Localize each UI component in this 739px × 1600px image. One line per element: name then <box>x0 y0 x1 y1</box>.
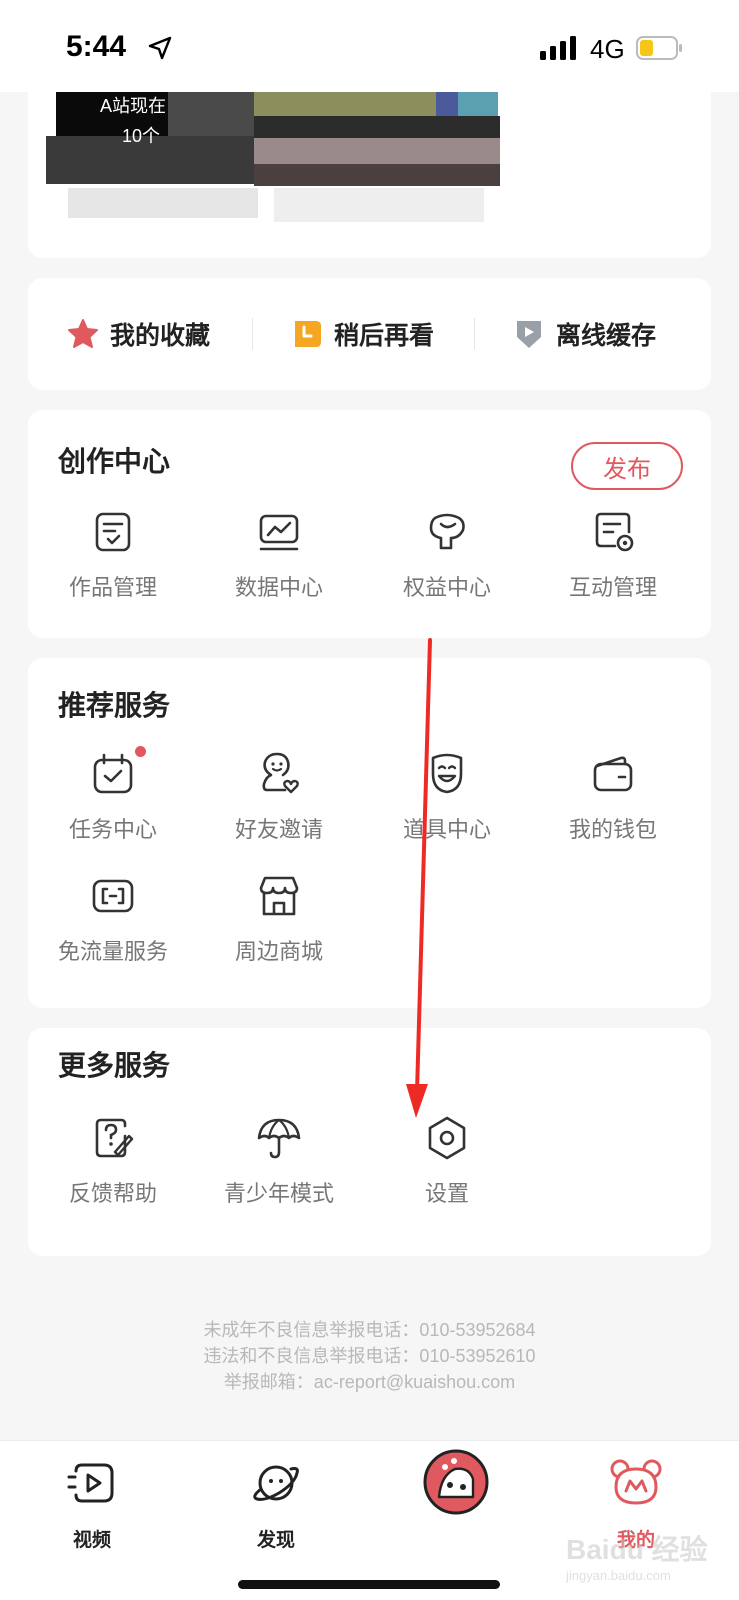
footer-minor-report-phone: 未成年不良信息举报电话：010-53952684 <box>203 1320 536 1340</box>
feedback-help-item[interactable]: 反馈帮助 <box>28 1114 198 1214</box>
interaction-management-icon <box>595 512 634 552</box>
signal-icon <box>540 36 576 60</box>
banner-pixel-block <box>46 136 282 184</box>
divider <box>252 318 253 350</box>
umbrella-icon <box>257 1118 301 1159</box>
interaction-management-label: 互动管理 <box>568 576 657 601</box>
recommended-services-title: 推荐服务 <box>58 689 171 722</box>
teen-mode-label: 青少年模式 <box>223 1182 334 1207</box>
teen-mode-item[interactable]: 青少年模式 <box>194 1114 364 1214</box>
wallet-label: 我的钱包 <box>568 818 657 843</box>
baidu-watermark: Baidu 经验 jingyan.baidu.com <box>566 1528 726 1588</box>
center-mascot-icon <box>423 1449 489 1515</box>
footer-report-email: 举报邮箱：ac-report@kuaishou.com <box>223 1372 516 1392</box>
watermark-text: Baidu 经验 <box>566 1534 708 1565</box>
video-tab-icon <box>67 1463 114 1503</box>
store-item[interactable]: 周边商城 <box>194 872 364 972</box>
task-center-label: 任务中心 <box>68 818 157 843</box>
tab-discover-label: 发现 <box>256 1529 295 1551</box>
profile-tab-icon <box>610 1459 662 1505</box>
star-icon <box>68 319 98 348</box>
task-center-icon <box>93 753 133 794</box>
watch-later-label: 稍后再看 <box>334 321 435 350</box>
banner-text-line1: A站现在 <box>100 96 167 116</box>
tab-center-mascot[interactable] <box>396 1449 516 1539</box>
rights-center-item[interactable]: 权益中心 <box>362 508 532 608</box>
offline-download-icon <box>517 321 541 348</box>
publish-button[interactable]: 发布 <box>571 442 683 490</box>
data-center-item[interactable]: 数据中心 <box>194 508 364 608</box>
props-center-label: 道具中心 <box>402 818 491 843</box>
store-label: 周边商城 <box>234 940 323 965</box>
status-time: 5:44 <box>66 30 127 63</box>
works-management-icon <box>95 512 131 552</box>
wallet-item[interactable]: 我的钱包 <box>528 750 698 850</box>
watch-later-button[interactable]: 稍后再看 <box>290 310 434 358</box>
divider <box>474 318 475 350</box>
banner-text-line2: 10个 <box>122 126 161 146</box>
invite-friend-item[interactable]: 好友邀请 <box>194 750 364 850</box>
invite-friend-label: 好友邀请 <box>234 818 323 843</box>
location-arrow-icon <box>148 36 172 60</box>
settings-label: 设置 <box>424 1182 469 1207</box>
works-management-label: 作品管理 <box>68 576 157 601</box>
banner-pixel-block <box>458 88 498 116</box>
creator-center-card: 创作中心 发布 作品管理 数据中心 权益中心 互动管理 <box>28 410 711 638</box>
banner-pixel-block <box>274 188 484 222</box>
settings-icon <box>428 1116 466 1160</box>
rights-center-icon <box>429 513 465 550</box>
interaction-management-item[interactable]: 互动管理 <box>528 508 698 608</box>
watch-later-icon <box>295 321 321 347</box>
quick-actions-card: 我的收藏 稍后再看 离线缓存 <box>28 278 711 390</box>
task-center-item[interactable]: 任务中心 <box>28 746 198 850</box>
rights-center-label: 权益中心 <box>402 576 491 601</box>
banner-pixel-block <box>254 116 500 138</box>
discover-tab-icon <box>253 1465 299 1501</box>
works-management-item[interactable]: 作品管理 <box>28 508 198 608</box>
battery-icon <box>636 36 682 60</box>
home-indicator <box>238 1580 500 1589</box>
free-data-item[interactable]: 免流量服务 <box>28 872 198 972</box>
tab-video-label: 视频 <box>72 1529 111 1551</box>
props-center-icon <box>431 753 463 794</box>
more-services-title: 更多服务 <box>58 1049 171 1082</box>
favorites-label: 我的收藏 <box>110 321 211 350</box>
wallet-icon <box>593 756 633 792</box>
banner-pixel-block <box>68 188 258 218</box>
data-center-label: 数据中心 <box>234 576 323 601</box>
tab-video[interactable]: 视频 <box>32 1457 152 1551</box>
tab-discover[interactable]: 发现 <box>216 1457 336 1551</box>
props-center-item[interactable]: 道具中心 <box>362 750 532 850</box>
recommended-services-card: 推荐服务 任务中心 好友邀请 道具中心 我的钱包 免流量服务 周边商城 <box>28 658 711 1008</box>
footer-illegal-report-phone: 违法和不良信息举报电话：010-53952610 <box>203 1346 536 1366</box>
store-icon <box>259 876 299 916</box>
feedback-help-label: 反馈帮助 <box>68 1182 157 1207</box>
invite-friend-icon <box>262 752 299 794</box>
favorites-button[interactable]: 我的收藏 <box>66 310 210 358</box>
status-bar: 5:44 4G <box>0 0 739 92</box>
offline-cache-label: 离线缓存 <box>556 321 657 350</box>
feedback-help-icon <box>95 1118 134 1158</box>
settings-item[interactable]: 设置 <box>362 1114 532 1214</box>
free-data-icon <box>92 879 134 913</box>
offline-cache-button[interactable]: 离线缓存 <box>512 310 656 358</box>
data-center-icon <box>259 514 299 551</box>
free-data-label: 免流量服务 <box>57 940 168 965</box>
more-services-card: 更多服务 反馈帮助 青少年模式 设置 <box>28 1028 711 1256</box>
watermark-subtext: jingyan.baidu.com <box>566 1568 671 1583</box>
network-type: 4G <box>590 34 625 64</box>
task-center-badge <box>135 746 146 757</box>
creator-center-title: 创作中心 <box>58 445 171 478</box>
banner-pixel-block <box>254 164 500 186</box>
banner-pixel-block <box>254 138 500 164</box>
